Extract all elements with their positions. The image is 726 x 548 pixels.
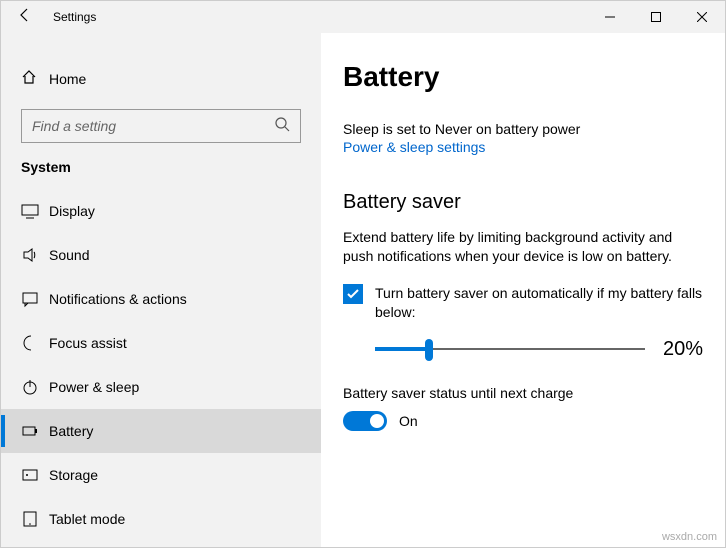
slider-value: 20% — [663, 338, 703, 361]
sidebar-item-label: Notifications & actions — [49, 291, 187, 307]
back-button[interactable] — [1, 7, 49, 28]
display-icon — [21, 202, 49, 220]
window-title: Settings — [49, 10, 96, 24]
sidebar-item-label: Storage — [49, 467, 98, 483]
toggle-state: On — [399, 413, 418, 429]
auto-saver-label: Turn battery saver on automatically if m… — [375, 284, 703, 322]
close-button[interactable] — [679, 1, 725, 33]
power-icon — [21, 378, 49, 396]
until-next-label: Battery saver status until next charge — [343, 385, 703, 401]
home-icon — [21, 69, 49, 90]
sidebar-item-label: Focus assist — [49, 335, 127, 351]
sleep-status: Sleep is set to Never on battery power — [343, 121, 703, 137]
sidebar-item-sound[interactable]: Sound — [1, 233, 321, 277]
saver-toggle[interactable] — [343, 411, 387, 431]
power-sleep-link[interactable]: Power & sleep settings — [343, 139, 485, 155]
sidebar-item-focus[interactable]: Focus assist — [1, 321, 321, 365]
slider-fill — [375, 347, 429, 351]
sound-icon — [21, 246, 49, 264]
search-input[interactable] — [32, 118, 274, 134]
sidebar-item-power[interactable]: Power & sleep — [1, 365, 321, 409]
battery-icon — [21, 422, 49, 440]
minimize-button[interactable] — [587, 1, 633, 33]
section-label: System — [1, 159, 321, 189]
sidebar-item-display[interactable]: Display — [1, 189, 321, 233]
home-nav[interactable]: Home — [1, 57, 321, 101]
sidebar-item-notifications[interactable]: Notifications & actions — [1, 277, 321, 321]
tablet-icon — [21, 510, 49, 528]
slider-thumb[interactable] — [425, 339, 433, 361]
storage-icon — [21, 466, 49, 484]
sidebar-item-label: Battery — [49, 423, 93, 439]
sidebar-item-battery[interactable]: Battery — [1, 409, 321, 453]
saver-heading: Battery saver — [343, 191, 703, 214]
focus-icon — [21, 334, 49, 352]
page-title: Battery — [343, 61, 703, 93]
sidebar-item-label: Tablet mode — [49, 511, 125, 527]
sidebar: Home System Display Sound Notifications … — [1, 33, 321, 547]
search-icon — [274, 116, 290, 137]
auto-saver-checkbox[interactable] — [343, 284, 363, 304]
sidebar-item-tablet[interactable]: Tablet mode — [1, 497, 321, 541]
home-label: Home — [49, 71, 86, 87]
sidebar-item-label: Display — [49, 203, 95, 219]
toggle-knob — [370, 414, 384, 428]
sidebar-item-label: Sound — [49, 247, 89, 263]
maximize-button[interactable] — [633, 1, 679, 33]
watermark: wsxdn.com — [662, 531, 717, 543]
notifications-icon — [21, 290, 49, 308]
content-area: Battery Sleep is set to Never on battery… — [321, 33, 725, 547]
sidebar-item-storage[interactable]: Storage — [1, 453, 321, 497]
saver-description: Extend battery life by limiting backgrou… — [343, 228, 703, 266]
threshold-slider[interactable] — [375, 339, 645, 359]
search-box[interactable] — [21, 109, 301, 143]
sidebar-item-label: Power & sleep — [49, 379, 139, 395]
